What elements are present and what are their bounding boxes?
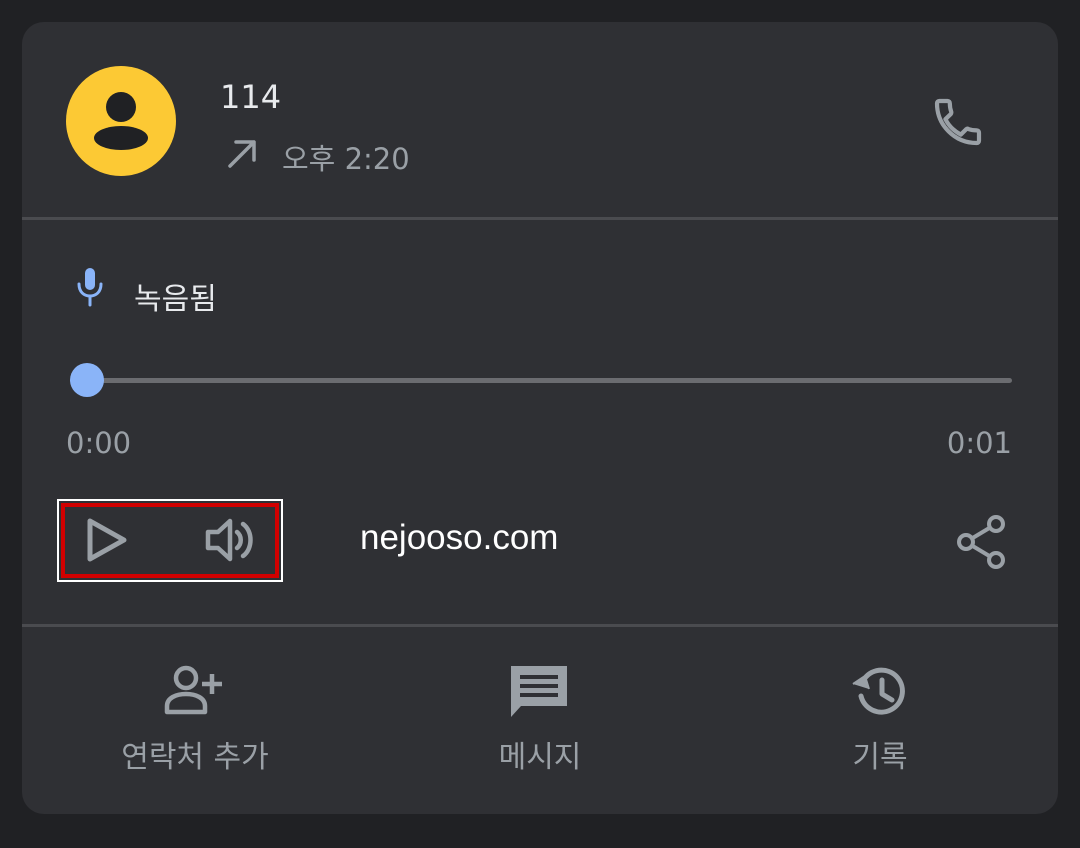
call-detail-card: 114 오후 2:20 녹음됨 0:00 0:01 nejooso.com 연락… [22, 22, 1058, 814]
share-icon[interactable] [950, 510, 1014, 574]
history-icon [852, 667, 905, 715]
phone-icon[interactable] [930, 94, 986, 150]
watermark-text: nejooso.com [360, 518, 559, 557]
message-icon [511, 666, 567, 717]
add-contact-icon [164, 665, 222, 715]
history-label: 기록 [852, 740, 908, 775]
message-button[interactable]: 메시지 [370, 662, 710, 792]
playback-seekbar[interactable] [88, 378, 1012, 383]
actions-divider [22, 624, 1058, 627]
call-time: 오후 2:20 [282, 142, 410, 176]
history-button[interactable]: 기록 [710, 662, 1050, 792]
add-contact-button[interactable]: 연락처 추가 [25, 662, 365, 792]
header-divider [22, 217, 1058, 220]
current-time: 0:00 [66, 426, 132, 460]
contact-avatar[interactable] [66, 66, 176, 176]
total-duration: 0:01 [946, 426, 1012, 460]
seekbar-thumb[interactable] [70, 363, 104, 397]
person-icon [94, 92, 148, 150]
microphone-icon [77, 268, 103, 307]
caller-number: 114 [220, 78, 282, 116]
message-label: 메시지 [498, 740, 582, 775]
recorded-label: 녹음됨 [134, 282, 217, 317]
add-contact-label: 연락처 추가 [121, 740, 269, 775]
speaker-volume-button[interactable] [202, 512, 262, 568]
play-button[interactable] [78, 512, 134, 568]
outgoing-call-arrow-icon [228, 140, 256, 168]
